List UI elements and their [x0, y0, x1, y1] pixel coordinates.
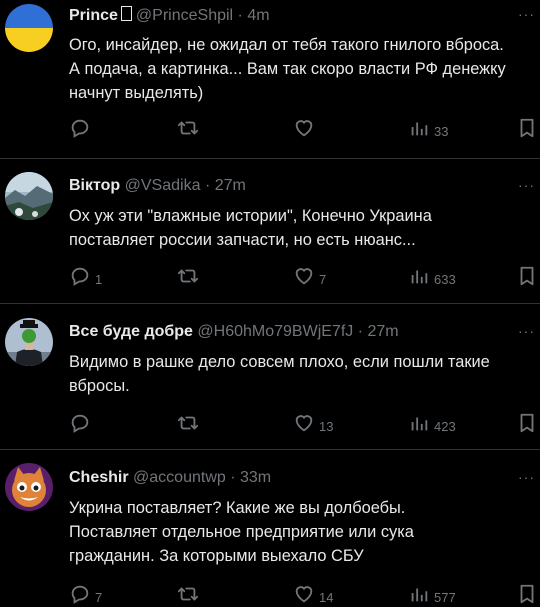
- views-button[interactable]: 33: [408, 117, 448, 139]
- bookmark-icon: [520, 413, 534, 433]
- views-button[interactable]: 633: [408, 265, 456, 287]
- more-options-button[interactable]: ···: [518, 323, 535, 339]
- timestamp[interactable]: 4m: [247, 7, 269, 24]
- like-button[interactable]: [293, 117, 319, 139]
- bookmark-icon: [520, 118, 534, 138]
- reply-icon: [71, 267, 89, 286]
- tweet[interactable]: Prince @PrinceShpil · 4m ··· Ого, инсайде…: [0, 0, 540, 158]
- analytics-icon: [411, 122, 428, 136]
- avatar[interactable]: [5, 172, 53, 220]
- view-count: 423: [434, 418, 456, 434]
- views-button[interactable]: 577: [408, 583, 456, 605]
- tweet-text: Ох уж эти "влажные истории", Конечно Укр…: [69, 207, 432, 249]
- reply-icon: [71, 119, 89, 138]
- view-count: 577: [434, 589, 456, 605]
- tweet-text: Видимо в рашке дело совсем плохо, если п…: [69, 353, 490, 395]
- retweet-button[interactable]: [177, 412, 199, 434]
- separator-dot: ·: [204, 177, 211, 194]
- reply-icon: [71, 585, 89, 604]
- more-options-button[interactable]: ···: [518, 177, 535, 193]
- retweet-button[interactable]: [177, 265, 199, 287]
- retweet-icon: [177, 121, 199, 135]
- author-name[interactable]: Все буде добре: [69, 323, 193, 340]
- author-handle[interactable]: @accountwp: [133, 469, 226, 486]
- retweet-icon: [177, 416, 199, 430]
- timestamp[interactable]: 27m: [215, 177, 246, 194]
- like-button[interactable]: 7: [293, 265, 326, 287]
- timestamp[interactable]: 27m: [368, 323, 399, 340]
- bookmark-icon: [520, 266, 534, 286]
- tweet[interactable]: Все буде добре @H60hMo79BWjE7fJ · 27m ··…: [0, 304, 540, 449]
- avatar[interactable]: [5, 463, 53, 511]
- tweet[interactable]: Cheshir @accountwp · 33m ··· Укрина пост…: [0, 450, 540, 605]
- more-options-button[interactable]: ···: [518, 469, 535, 485]
- author-handle[interactable]: @PrinceShpil: [136, 7, 233, 24]
- like-button[interactable]: 13: [293, 412, 333, 434]
- separator-dot: ·: [230, 469, 236, 486]
- timestamp[interactable]: 33m: [240, 469, 271, 486]
- views-button[interactable]: 423: [408, 412, 456, 434]
- author-handle[interactable]: @VSadika: [125, 177, 201, 194]
- analytics-icon: [411, 588, 428, 602]
- reply-button[interactable]: 7: [69, 583, 102, 605]
- bookmark-button[interactable]: [516, 412, 538, 434]
- like-count: 7: [319, 271, 327, 287]
- like-button[interactable]: 14: [293, 583, 333, 605]
- reply-button[interactable]: [69, 117, 95, 139]
- author-name[interactable]: Prince: [69, 7, 118, 24]
- bookmark-button[interactable]: [516, 265, 538, 287]
- bookmark-button[interactable]: [516, 583, 538, 605]
- heart-icon: [295, 415, 313, 432]
- heart-icon: [295, 586, 313, 603]
- view-count: 33: [434, 123, 449, 139]
- separator-dot: ·: [357, 323, 364, 340]
- reply-count: 7: [95, 589, 103, 605]
- avatar[interactable]: [5, 4, 53, 52]
- bookmark-button[interactable]: [516, 117, 538, 139]
- analytics-icon: [411, 417, 428, 431]
- like-count: 13: [319, 418, 334, 434]
- heart-icon: [295, 120, 313, 137]
- author-name[interactable]: Віктор: [69, 177, 120, 194]
- reply-button[interactable]: 1: [69, 265, 102, 287]
- flag-badge-icon: [120, 6, 132, 21]
- like-count: 14: [319, 589, 334, 605]
- analytics-icon: [411, 270, 428, 284]
- retweet-button[interactable]: [177, 117, 199, 139]
- author-handle[interactable]: @H60hMo79BWjE7fJ: [197, 323, 353, 340]
- view-count: 633: [434, 271, 456, 287]
- reply-count: 1: [95, 271, 103, 287]
- tweet-text: Укрина поставляет? Какие же вы долбоебы.…: [69, 499, 414, 565]
- separator-dot: ·: [237, 7, 243, 24]
- more-options-button[interactable]: ···: [518, 6, 535, 22]
- retweet-icon: [177, 269, 199, 283]
- author-name[interactable]: Cheshir: [69, 469, 129, 486]
- heart-icon: [295, 268, 313, 285]
- retweet-icon: [177, 587, 199, 601]
- reply-button[interactable]: [69, 412, 95, 434]
- bookmark-icon: [520, 584, 534, 604]
- avatar[interactable]: [5, 318, 53, 366]
- retweet-button[interactable]: [177, 583, 199, 605]
- tweet-text: Ого, инсайдер, не ожидал от тебя такого …: [69, 36, 506, 102]
- reply-icon: [71, 414, 89, 433]
- tweet[interactable]: Віктор @VSadika · 27m ··· Ох уж эти "вла…: [0, 159, 540, 303]
